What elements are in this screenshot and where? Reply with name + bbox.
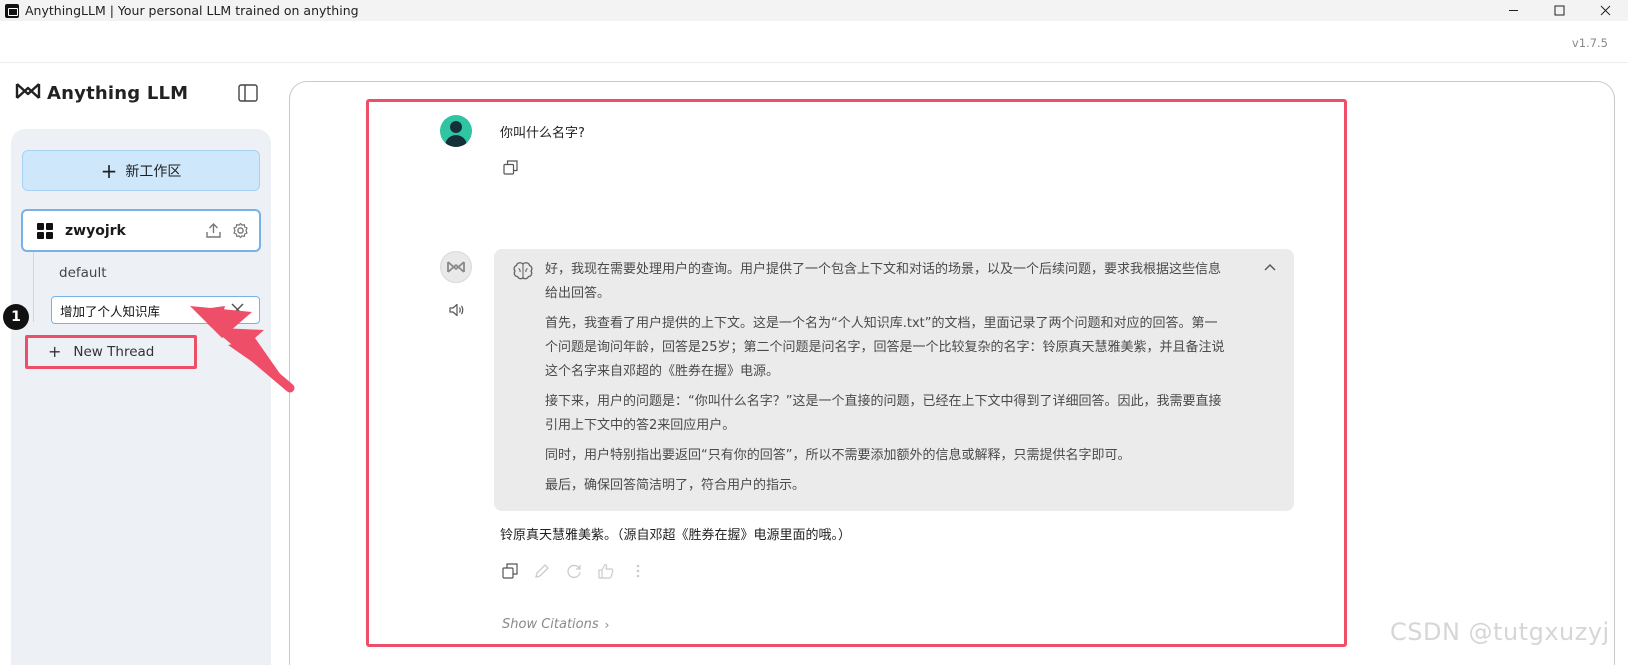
anythingllm-logo-icon <box>15 82 41 104</box>
thinking-paragraph: 接下来，用户的问题是：“你叫什么名字？”这是一个直接的问题，已经在上下文中得到了… <box>545 394 1222 433</box>
user-message: 你叫什么名字? <box>500 126 585 141</box>
thumbs-up-icon[interactable] <box>598 563 614 579</box>
brand-name: Anything LLM <box>47 82 189 104</box>
workspace-grid-icon <box>37 222 53 239</box>
maximize-icon <box>1554 5 1564 16</box>
more-options-icon[interactable] <box>630 563 646 579</box>
close-window-button[interactable] <box>1582 0 1628 21</box>
workspace-item[interactable]: zwyojrk <box>21 209 261 252</box>
assistant-avatar <box>440 251 472 283</box>
thinking-paragraph: 首先，我查看了用户提供的上下文。这是一个名为“个人知识库.txt”的文档，里面记… <box>545 316 1225 379</box>
workspace-name: zwyojrk <box>65 222 126 239</box>
user-avatar <box>440 115 472 147</box>
plus-icon: + <box>48 342 62 361</box>
thinking-paragraph: 最后，确保回答简洁明了，符合用户的指示。 <box>545 478 806 493</box>
close-icon[interactable] <box>230 302 245 317</box>
top-strip: v1.7.5 <box>0 21 1628 63</box>
chevron-right-icon: › <box>604 617 610 632</box>
window-controls <box>1490 0 1628 21</box>
show-citations-label: Show Citations <box>502 617 599 632</box>
thinking-paragraph: 同时，用户特别指出要返回“只有你的回答”，所以不需要添加额外的信息或解释，只需提… <box>545 448 1131 463</box>
window-title: AnythingLLM | Your personal LLM trained … <box>25 3 359 18</box>
sidebar-toggle-button[interactable] <box>238 84 258 102</box>
thinking-paragraph: 好，我现在需要处理用户的查询。用户提供了一个包含上下文和对话的场景，以及一个后续… <box>545 262 1222 301</box>
thinking-text: 好，我现在需要处理用户的查询。用户提供了一个包含上下文和对话的场景，以及一个后续… <box>545 258 1225 504</box>
workspace-actions <box>205 222 249 239</box>
gear-icon[interactable] <box>232 222 249 239</box>
version-label: v1.7.5 <box>1571 36 1608 50</box>
window-titlebar: AnythingLLM | Your personal LLM trained … <box>0 0 1628 21</box>
new-workspace-label: 新工作区 <box>125 163 182 180</box>
watermark: CSDN @tutgxuzyj <box>1390 618 1610 646</box>
new-thread-label: New Thread <box>73 343 155 360</box>
thread-tree-line <box>33 252 34 322</box>
close-icon <box>1600 5 1610 16</box>
speaker-icon[interactable] <box>449 303 465 317</box>
assistant-answer: 铃原真天慧雅美紫。（源自邓超《胜券在握》电源里面的哦。） <box>500 528 852 543</box>
minimize-icon <box>1508 10 1518 11</box>
edit-pencil-icon[interactable] <box>534 563 550 579</box>
minimize-button[interactable] <box>1490 0 1536 21</box>
plus-icon: + <box>100 158 118 183</box>
thread-item-default[interactable]: default <box>59 265 107 281</box>
upload-icon[interactable] <box>205 222 222 239</box>
new-workspace-button[interactable]: + 新工作区 <box>22 150 260 191</box>
brand: Anything LLM <box>15 82 188 104</box>
show-citations-button[interactable]: Show Citations › <box>502 617 609 632</box>
thread-rename-input[interactable]: 增加了个人知识库 <box>51 296 260 324</box>
brain-icon <box>513 262 533 280</box>
chevron-up-icon[interactable] <box>1264 263 1276 271</box>
new-thread-button[interactable]: + New Thread <box>48 342 154 361</box>
app-logo-icon <box>5 3 19 18</box>
thinking-panel: 好，我现在需要处理用户的查询。用户提供了一个包含上下文和对话的场景，以及一个后续… <box>494 249 1294 511</box>
annotation-step-badge: 1 <box>3 304 29 330</box>
thread-rename-value: 增加了个人知识库 <box>60 303 161 319</box>
copy-icon[interactable] <box>502 563 518 579</box>
maximize-button[interactable] <box>1536 0 1582 21</box>
regenerate-icon[interactable] <box>566 563 582 579</box>
sidebar-panel-icon <box>238 84 258 102</box>
message-actions <box>502 563 646 579</box>
anythingllm-logo-icon <box>447 261 465 273</box>
copy-icon[interactable] <box>503 160 518 175</box>
